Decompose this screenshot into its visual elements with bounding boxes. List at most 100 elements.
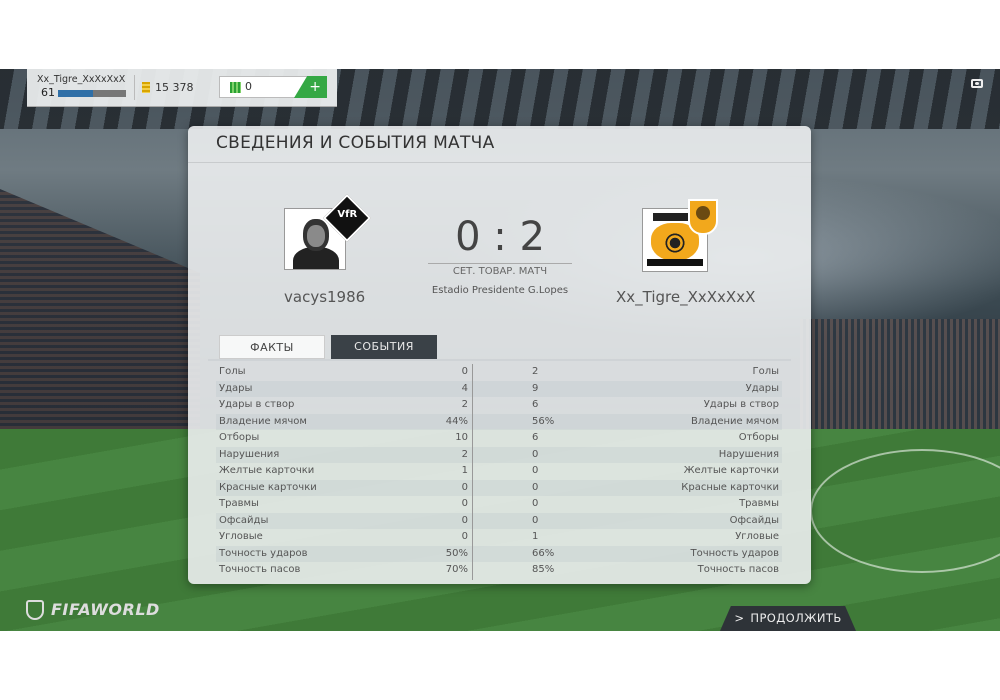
stat-value-away: 66% — [532, 547, 555, 559]
stat-label-home: Удары — [219, 382, 253, 394]
continue-label: ПРОДОЛЖИТЬ — [750, 611, 842, 625]
stat-value-home: 1 — [461, 465, 468, 476]
logo-text: FIFAWORLD — [51, 600, 160, 619]
stat-value-home: 50% — [445, 547, 468, 559]
continue-button[interactable]: > ПРОДОЛЖИТЬ — [720, 606, 856, 631]
fifa-points-icon — [230, 82, 241, 93]
stat-label-home: Удары в створ — [219, 399, 295, 410]
stat-label-away: Офсайды — [729, 514, 779, 526]
match-score: 0 : 2 — [455, 214, 545, 260]
stat-value-home: 0 — [461, 514, 468, 526]
stat-row: Удары в створ 2 6 Удары в створ — [216, 397, 782, 414]
fifa-points-box: 0 + — [219, 76, 327, 98]
stat-row: Отборы 10 6 Отборы — [216, 430, 782, 447]
stat-value-home: 0 — [461, 366, 468, 377]
stat-row: Голы 0 2 Голы — [216, 364, 782, 381]
stat-row: Угловые 0 1 Угловые — [216, 529, 782, 546]
badge-banner — [647, 259, 703, 266]
stat-value-away: 1 — [532, 531, 539, 542]
stat-value-home: 0 — [461, 531, 468, 542]
stat-label-home: Красные карточки — [219, 481, 317, 493]
stat-label-away: Точность ударов — [690, 547, 779, 559]
coins-value: 15 378 — [155, 81, 194, 94]
stat-label-home: Офсайды — [219, 514, 269, 526]
stat-label-home: Травмы — [219, 498, 259, 509]
stat-value-away: 9 — [532, 382, 539, 394]
stat-row: Травмы 0 0 Травмы — [216, 496, 782, 513]
away-club-crest — [688, 199, 718, 235]
stat-value-home: 10 — [455, 432, 468, 443]
stat-value-away: 6 — [532, 399, 539, 410]
stat-row: Удары 4 9 Удары — [216, 380, 782, 397]
stat-label-away: Желтые карточки — [683, 465, 779, 476]
stat-label-away: Отборы — [738, 432, 779, 443]
stat-value-home: 2 — [461, 448, 468, 460]
title-divider — [188, 162, 811, 163]
stat-value-away: 85% — [532, 564, 555, 575]
stat-row: Красные карточки 0 0 Красные карточки — [216, 479, 782, 496]
stat-value-home: 0 — [461, 498, 468, 509]
match-type: СЕТ. ТОВАР. МАТЧ — [452, 266, 548, 277]
camera-icon[interactable] — [971, 79, 983, 88]
away-team-name: Xx_Tigre_XxXxXxX — [616, 288, 756, 306]
stat-label-away: Голы — [752, 366, 779, 377]
stat-value-home: 70% — [445, 564, 468, 575]
match-facts-panel: СВЕДЕНИЯ И СОБЫТИЯ МАТЧА VfR vacys1986 0… — [188, 126, 811, 584]
stat-value-away: 56% — [532, 415, 555, 427]
stat-row: Владение мячом 44% 56% Владение мячом — [216, 413, 782, 430]
player-hud: Xx_Tigre_XxXxXxX 61 15 378 0 + — [27, 69, 337, 107]
stat-value-away: 0 — [532, 481, 539, 493]
stat-label-away: Владение мячом — [691, 415, 779, 427]
stat-row: Офсайды 0 0 Офсайды — [216, 512, 782, 529]
stat-row: Точность пасов 70% 85% Точность пасов — [216, 562, 782, 579]
stands-right — [800, 319, 1000, 429]
score-divider — [428, 263, 572, 264]
chevron-right-icon: > — [734, 611, 745, 625]
stat-label-home: Отборы — [219, 432, 260, 443]
stat-label-home: Желтые карточки — [219, 465, 315, 476]
tiger-stripe — [663, 231, 687, 255]
home-crest-text: VfR — [337, 209, 358, 221]
stat-value-away: 2 — [532, 366, 539, 377]
stat-value-away: 0 — [532, 514, 539, 526]
stat-label-away: Нарушения — [718, 448, 779, 460]
hud-level: 61 — [41, 86, 55, 99]
stat-label-away: Красные карточки — [681, 481, 779, 493]
tab-facts[interactable]: ФАКТЫ — [219, 335, 325, 359]
stat-value-home: 4 — [461, 382, 468, 394]
stadium-name: Estadio Presidente G.Lopes — [431, 285, 569, 296]
stat-label-home: Владение мячом — [219, 415, 307, 427]
stat-label-home: Угловые — [219, 531, 263, 542]
coin-icon — [142, 82, 150, 93]
stat-label-away: Угловые — [735, 531, 779, 542]
stat-value-away: 6 — [532, 432, 539, 443]
stat-label-away: Удары — [745, 382, 779, 394]
avatar-face — [307, 225, 325, 247]
stat-label-away: Удары в створ — [703, 399, 779, 410]
stat-value-home: 0 — [461, 481, 468, 493]
stat-label-away: Точность пасов — [697, 564, 779, 575]
stat-label-home: Голы — [219, 366, 246, 377]
ea-shield-icon — [26, 600, 44, 620]
stat-value-home: 44% — [445, 415, 468, 427]
home-team-name: vacys1986 — [284, 288, 366, 306]
stat-label-home: Точность пасов — [219, 564, 301, 575]
stat-label-away: Травмы — [739, 498, 779, 509]
hud-divider — [134, 75, 135, 100]
stat-value-away: 0 — [532, 498, 539, 509]
fifa-points-value: 0 — [245, 80, 252, 93]
level-progress-fill — [58, 90, 94, 97]
stat-row: Точность ударов 50% 66% Точность ударов — [216, 545, 782, 562]
add-points-button[interactable]: + — [294, 76, 327, 98]
stats-table: Голы 0 2 Голы Удары 4 9 Удары Удары в створ 2 6 Уда… — [216, 364, 782, 579]
stat-label-home: Нарушения — [219, 448, 280, 460]
hud-player-name: Xx_Tigre_XxXxXxX — [37, 74, 126, 85]
stat-value-home: 2 — [461, 399, 468, 410]
level-progress-bar — [58, 90, 126, 97]
stat-row: Нарушения 2 0 Нарушения — [216, 446, 782, 463]
stat-row: Желтые карточки 1 0 Желтые карточки — [216, 463, 782, 480]
panel-title: СВЕДЕНИЯ И СОБЫТИЯ МАТЧА — [216, 133, 495, 153]
stat-value-away: 0 — [532, 448, 539, 460]
tab-events[interactable]: СОБЫТИЯ — [331, 335, 437, 359]
stats-center-divider — [472, 364, 473, 580]
